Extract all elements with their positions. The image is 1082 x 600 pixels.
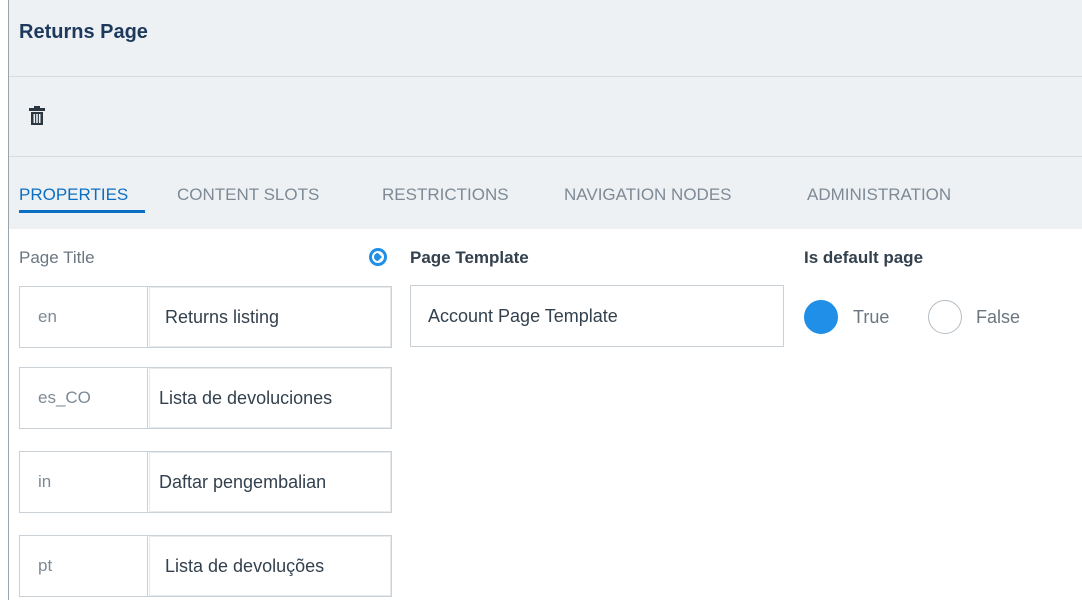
page-title-input-in[interactable]: Daftar pengembalian	[149, 452, 391, 512]
page-template-label: Page Template	[410, 248, 529, 267]
tab-properties[interactable]: PROPERTIES	[19, 185, 128, 205]
is-default-page-label: Is default page	[804, 248, 924, 267]
tab-navigation-nodes[interactable]: NAVIGATION NODES	[564, 185, 732, 205]
page-title-input-en[interactable]: Returns listing	[149, 287, 391, 347]
page-title: Returns Page	[19, 21, 148, 43]
tab-restrictions[interactable]: RESTRICTIONS	[382, 185, 509, 205]
lang-code: pt	[20, 536, 148, 596]
radio-true[interactable]	[804, 300, 838, 334]
radio-false-label[interactable]: False	[976, 307, 1020, 328]
page-header: Returns Page PROPERTIES CONTENT SLOTS RE…	[9, 0, 1082, 229]
globe-icon[interactable]	[368, 247, 388, 267]
lang-code: in	[20, 452, 148, 512]
page-template-field[interactable]: Account Page Template	[410, 285, 784, 347]
radio-true-label[interactable]: True	[853, 307, 889, 328]
page-title-row-in: in Daftar pengembalian	[19, 451, 392, 513]
title-bar: Returns Page	[9, 0, 1082, 77]
tab-bar: PROPERTIES CONTENT SLOTS RESTRICTIONS NA…	[9, 157, 1082, 229]
tab-administration[interactable]: ADMINISTRATION	[807, 185, 951, 205]
tab-content-slots[interactable]: CONTENT SLOTS	[177, 185, 319, 205]
trash-icon[interactable]	[27, 105, 47, 127]
page-title-input-es-co[interactable]: Lista de devoluciones	[149, 368, 391, 428]
toolbar	[9, 77, 1082, 157]
page-title-input-pt[interactable]: Lista de devoluções	[149, 536, 391, 596]
page-title-row-en: en Returns listing	[19, 286, 392, 348]
radio-false[interactable]	[928, 300, 962, 334]
lang-code: es_CO	[20, 368, 148, 428]
page-frame: Returns Page PROPERTIES CONTENT SLOTS RE…	[8, 0, 1082, 600]
page-title-row-es-co: es_CO Lista de devoluciones	[19, 367, 392, 429]
active-tab-indicator	[19, 210, 145, 213]
lang-code: en	[20, 287, 148, 347]
page-title-label: Page Title	[19, 248, 95, 267]
page-title-row-pt: pt Lista de devoluções	[19, 535, 392, 597]
